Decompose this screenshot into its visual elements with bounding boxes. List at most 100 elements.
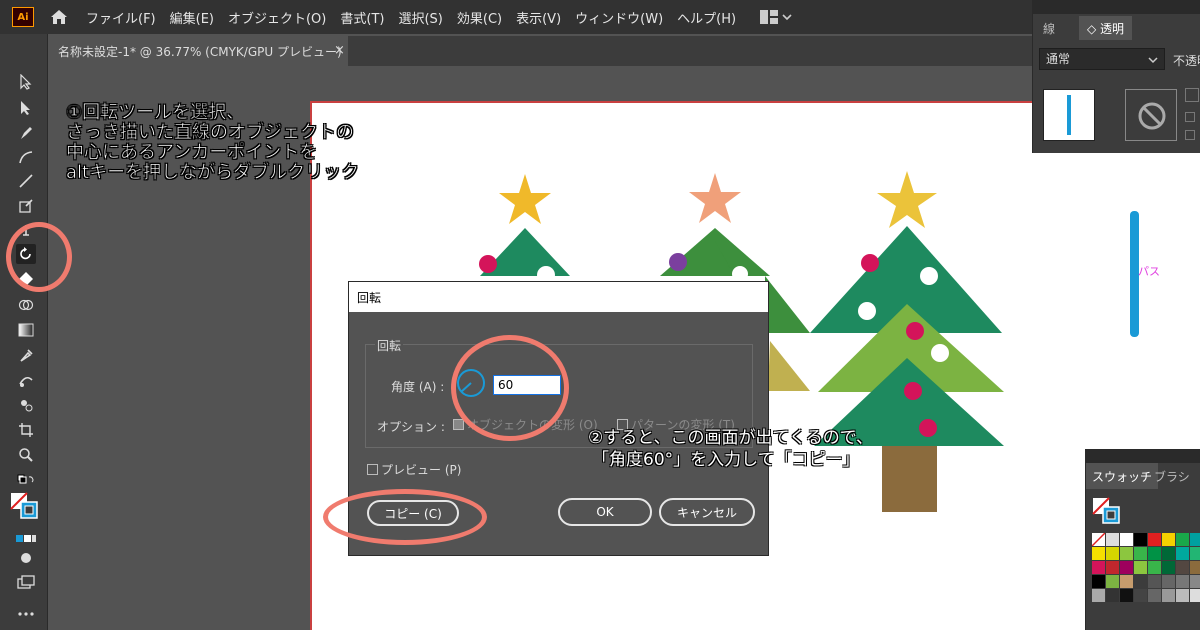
- swatch[interactable]: [1092, 575, 1105, 588]
- swatch[interactable]: [1190, 547, 1200, 560]
- layout-icon: [760, 10, 779, 24]
- swatch[interactable]: [1148, 533, 1161, 546]
- swatch[interactable]: [1134, 589, 1147, 602]
- tab-stroke[interactable]: 線: [1043, 16, 1055, 40]
- swatch[interactable]: [1190, 575, 1200, 588]
- panel-header: [1033, 0, 1200, 14]
- menu-type[interactable]: 書式(T): [340, 8, 384, 27]
- swatch[interactable]: [1120, 589, 1133, 602]
- menu-view[interactable]: 表示(V): [516, 8, 561, 27]
- home-icon[interactable]: [48, 7, 70, 27]
- blend-mode-value: 通常: [1046, 52, 1071, 66]
- pen-tool-icon[interactable]: [16, 123, 36, 143]
- swatch[interactable]: [1106, 575, 1119, 588]
- fill-stroke-swap-icon[interactable]: [16, 471, 36, 491]
- rotate-tool-highlight-ring: [6, 222, 72, 292]
- swatch[interactable]: [1148, 589, 1161, 602]
- close-icon[interactable]: ×: [334, 43, 345, 58]
- swatch[interactable]: [1148, 547, 1161, 560]
- rotate-group-label: 回転: [375, 337, 404, 354]
- swatch[interactable]: [1092, 533, 1105, 546]
- symbol-sprayer-tool-icon[interactable]: [16, 395, 36, 415]
- swatch[interactable]: [1092, 561, 1105, 574]
- step1-line-3: 中心にあるアンカーポイントを: [66, 142, 318, 163]
- swatch[interactable]: [1162, 575, 1175, 588]
- artboard-tool-icon[interactable]: [16, 420, 36, 440]
- blend-mode-select[interactable]: 通常: [1039, 48, 1165, 70]
- direct-selection-tool-icon[interactable]: [16, 98, 36, 118]
- gradient-tool-icon[interactable]: [16, 320, 36, 340]
- swatch[interactable]: [1162, 547, 1175, 560]
- swatch[interactable]: [1106, 547, 1119, 560]
- swatch[interactable]: [1148, 561, 1161, 574]
- chevron-down-icon: [1148, 57, 1158, 64]
- tab-swatches[interactable]: スウォッチ: [1086, 463, 1159, 489]
- draw-mode-icon[interactable]: [16, 548, 36, 568]
- swatch[interactable]: [1106, 561, 1119, 574]
- fill-stroke-color-icon[interactable]: [10, 492, 40, 520]
- menu-select[interactable]: 選択(S): [398, 8, 442, 27]
- step1-line-4: altキーを押しながらダブルクリック: [66, 162, 360, 183]
- shape-builder-tool-icon[interactable]: [16, 295, 36, 315]
- more-tools-icon[interactable]: [16, 604, 36, 624]
- swatch[interactable]: [1190, 533, 1200, 546]
- swatch[interactable]: [1106, 533, 1119, 546]
- fill-stroke-color-icon[interactable]: [1092, 497, 1122, 525]
- invert-mask-checkbox[interactable]: [1185, 112, 1195, 122]
- ok-button[interactable]: OK: [558, 498, 652, 526]
- swatch[interactable]: [1120, 575, 1133, 588]
- isolate-blending-checkbox[interactable]: [1185, 130, 1195, 140]
- color-mode-icon[interactable]: [16, 529, 36, 549]
- document-tab-title: 名称未設定-1* @ 36.77% (CMYK/GPU プレビュー): [58, 44, 342, 59]
- menu-bar: Ai ファイル(F) 編集(E) オブジェクト(O) 書式(T) 選択(S) 効…: [0, 0, 1200, 34]
- cancel-button[interactable]: キャンセル: [659, 498, 755, 526]
- step1-line-1: ①回転ツールを選択、: [66, 102, 245, 123]
- swatch[interactable]: [1176, 533, 1189, 546]
- swatch[interactable]: [1176, 561, 1189, 574]
- line-tool-icon[interactable]: [16, 171, 36, 191]
- selection-tool-icon[interactable]: [16, 72, 36, 92]
- screen-mode-icon[interactable]: [16, 572, 36, 592]
- swatch[interactable]: [1134, 533, 1147, 546]
- swatch[interactable]: [1176, 547, 1189, 560]
- swatch[interactable]: [1162, 533, 1175, 546]
- swatch[interactable]: [1134, 575, 1147, 588]
- swatch[interactable]: [1162, 589, 1175, 602]
- make-mask-button[interactable]: [1125, 89, 1177, 141]
- swatch[interactable]: [1176, 575, 1189, 588]
- swatch[interactable]: [1120, 561, 1133, 574]
- object-thumbnail[interactable]: [1043, 89, 1095, 141]
- swatch[interactable]: [1092, 547, 1105, 560]
- swatch[interactable]: [1134, 561, 1147, 574]
- swatch[interactable]: [1190, 589, 1200, 602]
- swatch[interactable]: [1176, 589, 1189, 602]
- menu-effect[interactable]: 効果(C): [457, 8, 502, 27]
- zoom-tool-icon[interactable]: [16, 445, 36, 465]
- menu-help[interactable]: ヘルプ(H): [677, 8, 736, 27]
- swatch[interactable]: [1162, 561, 1175, 574]
- blend-tool-icon[interactable]: [16, 370, 36, 390]
- swatch[interactable]: [1148, 575, 1161, 588]
- eyedropper-tool-icon[interactable]: [16, 345, 36, 365]
- swatches-panel: スウォッチ ブラシ: [1085, 449, 1200, 630]
- swatch[interactable]: [1120, 533, 1133, 546]
- swatch[interactable]: [1134, 547, 1147, 560]
- swatch[interactable]: [1092, 589, 1105, 602]
- tab-transparency[interactable]: ◇ 透明: [1079, 16, 1133, 40]
- menu-file[interactable]: ファイル(F): [86, 8, 156, 27]
- swatch[interactable]: [1190, 561, 1200, 574]
- menu-object[interactable]: オブジェクト(O): [228, 8, 326, 27]
- preview-checkbox[interactable]: プレビュー (P): [367, 461, 461, 478]
- swatch[interactable]: [1106, 589, 1119, 602]
- chevron-down-icon: [782, 14, 792, 21]
- shaper-tool-icon[interactable]: [16, 196, 36, 216]
- curvature-tool-icon[interactable]: [16, 147, 36, 167]
- angle-input-highlight-ring: [451, 335, 569, 441]
- menu-window[interactable]: ウィンドウ(W): [575, 8, 663, 27]
- swatch[interactable]: [1120, 547, 1133, 560]
- document-tab[interactable]: 名称未設定-1* @ 36.77% (CMYK/GPU プレビュー): [48, 36, 348, 66]
- menu-edit[interactable]: 編集(E): [170, 8, 214, 27]
- tab-brushes[interactable]: ブラシ: [1154, 463, 1190, 489]
- workspace-switcher[interactable]: [760, 10, 792, 24]
- clip-checkbox[interactable]: [1185, 88, 1199, 102]
